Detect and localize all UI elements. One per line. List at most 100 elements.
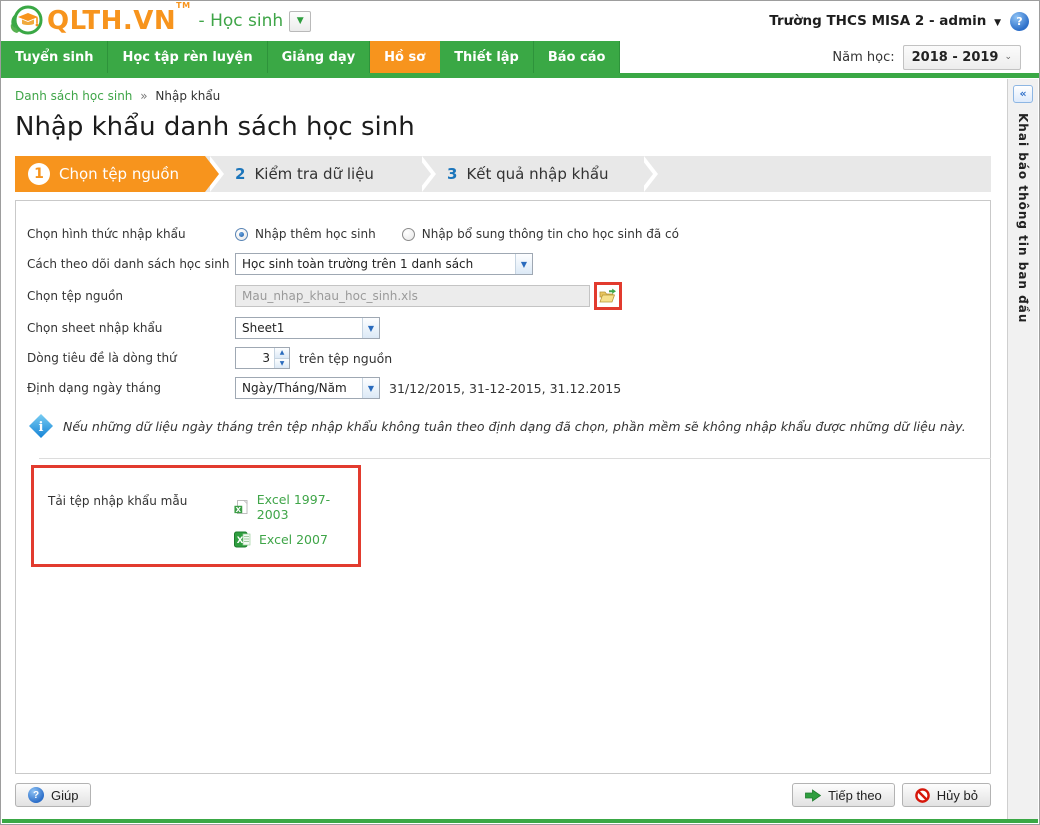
download-links: X Excel 1997-2003 X Excel 2007	[234, 492, 348, 548]
school-year-dropdown[interactable]: 2018 - 2019 ⌄	[902, 44, 1021, 70]
step-3-label: Kết quả nhập khẩu	[466, 165, 609, 183]
source-file-row: Chọn tệp nguồn Mau_nhap_khau_hoc_sinh.xl…	[27, 282, 979, 310]
info-note-row: i Nếu những dữ liệu ngày tháng trên tệp …	[27, 414, 979, 438]
header-row-stepper[interactable]: 3 ▲ ▼	[235, 347, 290, 369]
tab-bao-cao[interactable]: Báo cáo	[534, 41, 621, 73]
wizard-steps: 1 Chọn tệp nguồn 2 Kiểm tra dữ liệu 3 Kế…	[15, 156, 991, 192]
breadcrumb-separator: »	[140, 89, 148, 103]
spinner-buttons: ▲ ▼	[274, 348, 289, 368]
chevron-down-icon: ⌄	[1004, 52, 1012, 62]
chevron-down-icon: ▼	[994, 18, 1001, 28]
spinner-down-icon[interactable]: ▼	[275, 358, 289, 368]
next-button[interactable]: Tiếp theo	[792, 783, 895, 807]
help-button[interactable]: ? Giúp	[15, 783, 92, 807]
wizard-step-3[interactable]: 3 Kết quả nhập khẩu	[417, 156, 658, 192]
brand-area: QLTH.VNTM - Học sinh ▼	[9, 1, 312, 38]
logo-tm: TM	[176, 1, 191, 10]
page-title: Nhập khẩu danh sách học sinh	[15, 112, 415, 142]
footer-right-actions: Tiếp theo Hủy bỏ	[792, 783, 991, 807]
header-row-row: Dòng tiêu đề là dòng thứ 3 ▲ ▼ trên tệp …	[27, 346, 979, 370]
radio-unselected-icon	[401, 227, 415, 241]
footer-actions: ? Giúp Tiếp theo Hủy bỏ	[15, 783, 991, 807]
school-year-area: Năm học: 2018 - 2019 ⌄	[832, 41, 1039, 73]
module-dropdown-button[interactable]: ▼	[289, 10, 312, 32]
help-icon[interactable]: ?	[1010, 11, 1029, 31]
tab-thiet-lap[interactable]: Thiết lập	[440, 41, 534, 73]
highlight-box-browse	[594, 282, 622, 310]
date-format-select[interactable]: Ngày/Tháng/Năm ▼	[235, 377, 380, 399]
source-file-label: Chọn tệp nguồn	[27, 289, 124, 303]
download-excel-2007-link[interactable]: X Excel 2007	[234, 531, 348, 548]
radio-update-existing-students[interactable]: Nhập bổ sung thông tin cho học sinh đã c…	[401, 227, 679, 241]
radio-add-new-students[interactable]: Nhập thêm học sinh	[235, 227, 376, 241]
arrow-right-icon	[805, 788, 822, 802]
wizard-step-1[interactable]: 1 Chọn tệp nguồn	[15, 156, 224, 192]
sidebar-expand-button[interactable]: «	[1013, 85, 1033, 103]
form-panel: Chọn hình thức nhập khẩu Nhập thêm học s…	[15, 200, 991, 774]
download-templates-label: Tải tệp nhập khẩu mẫu	[48, 494, 188, 508]
logo-text: QLTH.VNTM	[47, 1, 191, 36]
browse-file-button[interactable]	[598, 286, 618, 306]
spinner-up-icon[interactable]: ▲	[275, 348, 289, 359]
import-type-row: Chọn hình thức nhập khẩu Nhập thêm học s…	[27, 222, 979, 246]
tab-ho-so[interactable]: Hồ sơ	[370, 41, 441, 73]
qlth-logo-icon	[9, 4, 43, 38]
chevron-down-icon: ▼	[296, 16, 304, 26]
download-excel-97-2003-link[interactable]: X Excel 1997-2003	[234, 492, 348, 522]
track-method-select[interactable]: Học sinh toàn trường trên 1 danh sách ▼	[235, 253, 533, 275]
header-row-label: Dòng tiêu đề là dòng thứ	[27, 351, 177, 365]
right-sidebar: « Khai báo thông tin ban đầu	[1007, 79, 1038, 819]
top-header: QLTH.VNTM - Học sinh ▼ Trường THCS MISA …	[1, 1, 1039, 41]
sidebar-title: Khai báo thông tin ban đầu	[1016, 113, 1030, 324]
header-row-suffix: trên tệp nguồn	[299, 350, 393, 366]
info-icon: i	[29, 414, 53, 438]
help-icon: ?	[28, 787, 44, 803]
tab-hoc-tap-ren-luyen[interactable]: Học tập rèn luyện	[108, 41, 268, 73]
app-window: QLTH.VNTM - Học sinh ▼ Trường THCS MISA …	[0, 0, 1040, 825]
nav-tabs: Tuyển sinh Học tập rèn luyện Giảng dạy H…	[1, 41, 621, 73]
step-1-label: Chọn tệp nguồn	[59, 165, 180, 183]
step-3-number: 3	[447, 165, 458, 183]
svg-text:i: i	[39, 420, 44, 435]
bottom-green-bar	[2, 819, 1038, 823]
svg-text:X: X	[237, 536, 244, 546]
tab-giang-day[interactable]: Giảng dạy	[268, 41, 371, 73]
track-method-row: Cách theo dõi danh sách học sinh Học sin…	[27, 252, 979, 276]
breadcrumb: Danh sách học sinh » Nhập khẩu	[15, 89, 991, 103]
tab-tuyen-sinh[interactable]: Tuyển sinh	[1, 41, 109, 73]
breadcrumb-current: Nhập khẩu	[155, 89, 221, 103]
date-format-examples: 31/12/2015, 31-12-2015, 31.12.2015	[389, 380, 622, 396]
folder-open-icon	[599, 288, 616, 303]
highlight-box-download: Tải tệp nhập khẩu mẫu X Excel 1997-2003	[31, 465, 361, 567]
chevron-down-icon: ▼	[515, 254, 532, 274]
step-1-number: 1	[28, 163, 50, 185]
excel-97-icon: X	[234, 499, 248, 514]
date-format-note: Nếu những dữ liệu ngày tháng trên tệp nh…	[63, 418, 966, 434]
main-nav: Tuyển sinh Học tập rèn luyện Giảng dạy H…	[1, 41, 1039, 73]
track-method-label: Cách theo dõi danh sách học sinh	[27, 257, 230, 271]
step-2-number: 2	[235, 165, 246, 183]
wizard-step-2[interactable]: 2 Kiểm tra dữ liệu	[205, 156, 436, 192]
chevron-double-left-icon: «	[1019, 87, 1027, 100]
excel-2007-icon: X	[234, 531, 251, 548]
chevron-down-icon: ▼	[362, 318, 379, 338]
main-content: Danh sách học sinh » Nhập khẩu Nhập khẩu…	[1, 78, 991, 807]
school-year-label: Năm học:	[832, 49, 895, 65]
section-divider	[39, 458, 991, 459]
source-file-input: Mau_nhap_khau_hoc_sinh.xls	[235, 285, 590, 307]
account-menu[interactable]: Trường THCS MISA 2 - admin ▼	[769, 13, 1001, 29]
header-right: Trường THCS MISA 2 - admin ▼ ?	[769, 11, 1029, 31]
date-format-label: Định dạng ngày tháng	[27, 381, 162, 395]
import-type-label: Chọn hình thức nhập khẩu	[27, 227, 186, 241]
radio-selected-icon	[235, 227, 248, 241]
step-2-label: Kiểm tra dữ liệu	[254, 165, 374, 183]
sheet-label: Chọn sheet nhập khẩu	[27, 321, 163, 335]
cancel-button[interactable]: Hủy bỏ	[901, 783, 991, 807]
module-name: - Học sinh	[198, 11, 284, 31]
nav-spacer	[620, 41, 833, 73]
chevron-down-icon: ▼	[362, 378, 379, 398]
sheet-select[interactable]: Sheet1 ▼	[235, 317, 380, 339]
svg-text:X: X	[236, 505, 242, 513]
breadcrumb-parent-link[interactable]: Danh sách học sinh	[15, 89, 132, 103]
prohibition-icon	[914, 787, 930, 803]
